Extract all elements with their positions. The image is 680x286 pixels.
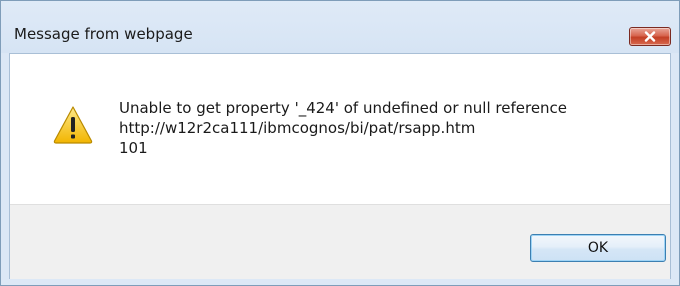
dialog-content: Unable to get property '_424' of undefin…	[9, 53, 671, 279]
message-code: 101	[119, 139, 148, 157]
message-url: http://w12r2ca111/ibmcognos/bi/pat/rsapp…	[119, 119, 476, 137]
close-button[interactable]	[629, 27, 671, 46]
ok-button[interactable]: OK	[530, 234, 666, 262]
button-bar: OK	[10, 204, 670, 279]
message-text: Unable to get property '_424' of undefin…	[119, 98, 567, 158]
dialog-window: Message from webpage Unable to get prope…	[0, 0, 680, 286]
warning-icon	[53, 106, 93, 144]
titlebar: Message from webpage	[1, 1, 679, 53]
close-icon	[644, 31, 656, 42]
window-title: Message from webpage	[14, 25, 193, 43]
message-line: Unable to get property '_424' of undefin…	[119, 99, 568, 117]
